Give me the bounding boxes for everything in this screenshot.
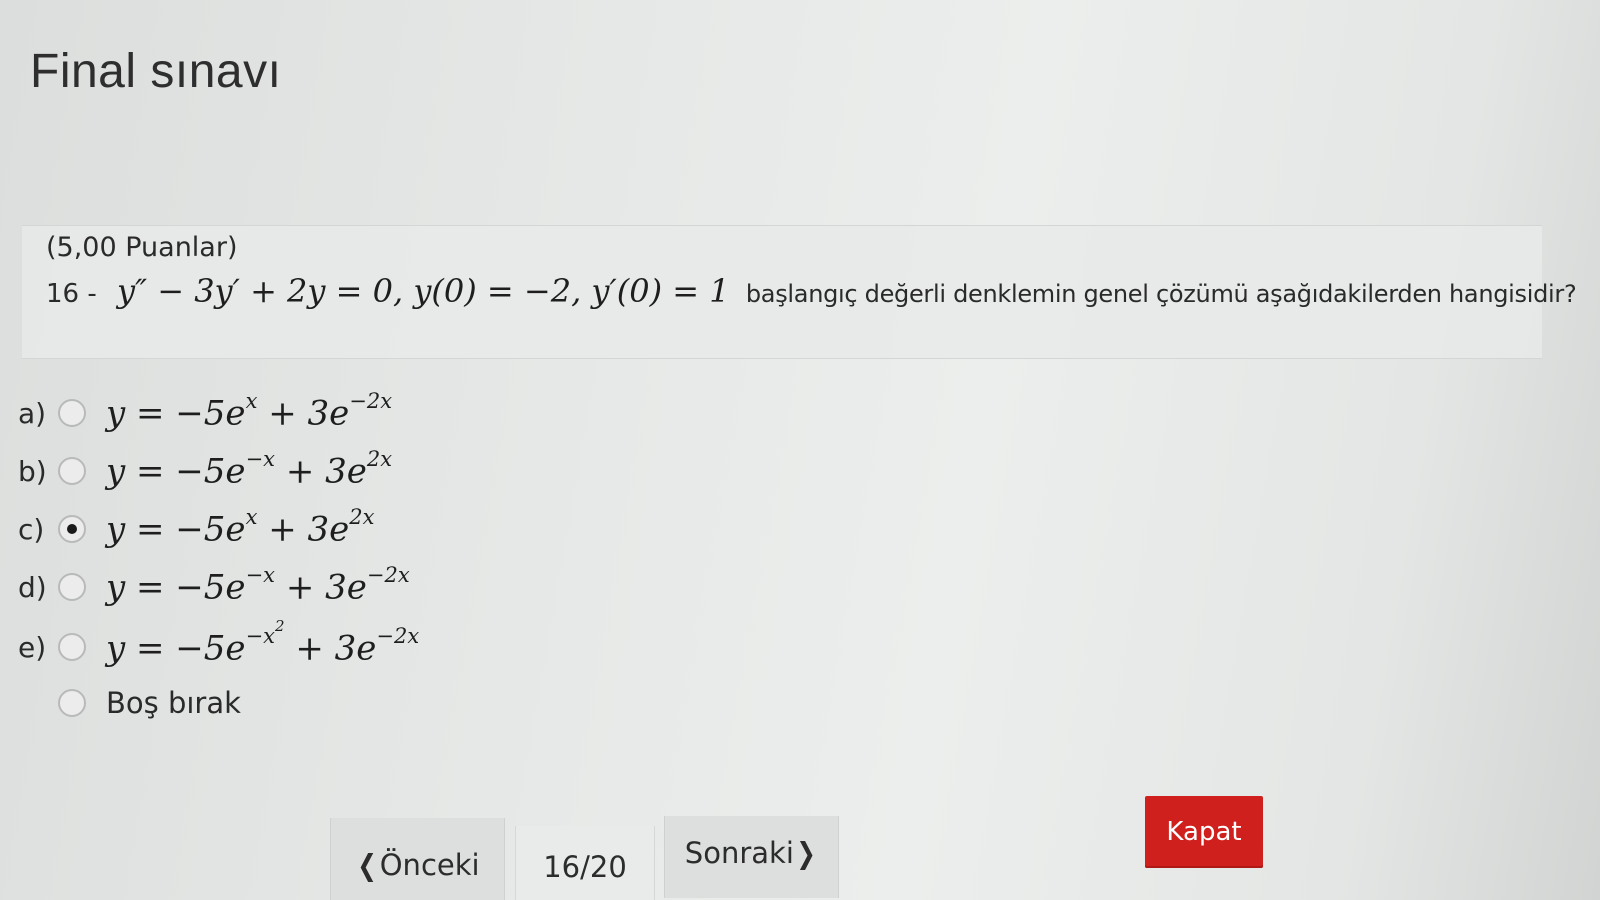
option-a-formula: y = −5ex + 3e−2x [106, 388, 393, 434]
option-blank-label: Boş bırak [106, 686, 241, 720]
option-letter: b) [18, 454, 47, 488]
option-letter: e) [18, 630, 47, 664]
option-b-formula: y = −5e−x + 3e2x [106, 446, 393, 492]
next-label: Sonraki [684, 836, 794, 870]
question-equation: y″ − 3y′ + 2y = 0, y(0) = −2, y′(0) = 1 [117, 272, 730, 310]
option-blank-radio[interactable] [58, 689, 86, 717]
option-a[interactable]: a) y = −5ex + 3e−2x [18, 388, 392, 438]
option-e-radio[interactable] [58, 633, 86, 661]
option-c[interactable]: c) y = −5ex + 3e2x [18, 504, 374, 554]
option-e-formula: y = −5e−x2 + 3e−2x [106, 617, 420, 669]
option-c-formula: y = −5ex + 3e2x [106, 504, 375, 550]
option-b-radio[interactable] [58, 457, 86, 485]
previous-label: Önceki [379, 848, 480, 882]
option-letter: d) [18, 570, 47, 604]
page-title: Final sınavı [30, 45, 282, 98]
option-b[interactable]: b) y = −5e−x + 3e2x [18, 446, 392, 496]
option-letter: a) [18, 396, 47, 430]
close-button[interactable]: Kapat [1145, 796, 1263, 868]
previous-button[interactable]: ❮ Önceki [330, 818, 505, 900]
option-letter: c) [18, 512, 45, 546]
question-prompt: başlangıç değerli denklemin genel çözümü… [745, 280, 1577, 308]
option-d[interactable]: d) y = −5e−x + 3e−2x [18, 562, 410, 612]
question-panel: (5,00 Puanlar) 16 - y″ − 3y′ + 2y = 0, y… [22, 225, 1577, 359]
page-indicator: 16/20 [515, 826, 655, 900]
chevron-right-icon: ❯ [796, 836, 816, 870]
chevron-left-icon: ❮ [357, 848, 378, 882]
next-button[interactable]: Sonraki ❯ [664, 816, 839, 898]
option-d-formula: y = −5e−x + 3e−2x [106, 562, 410, 608]
option-blank[interactable]: Boş bırak [18, 678, 241, 728]
question-text-line: 16 - y″ − 3y′ + 2y = 0, y(0) = −2, y′(0)… [46, 272, 1577, 310]
question-points: (5,00 Puanlar) [46, 232, 238, 263]
question-number: 16 - [46, 279, 97, 309]
option-e[interactable]: e) y = −5e−x2 + 3e−2x [18, 617, 420, 672]
option-d-radio[interactable] [58, 573, 86, 601]
option-a-radio[interactable] [58, 399, 86, 427]
option-c-radio[interactable] [58, 515, 86, 543]
